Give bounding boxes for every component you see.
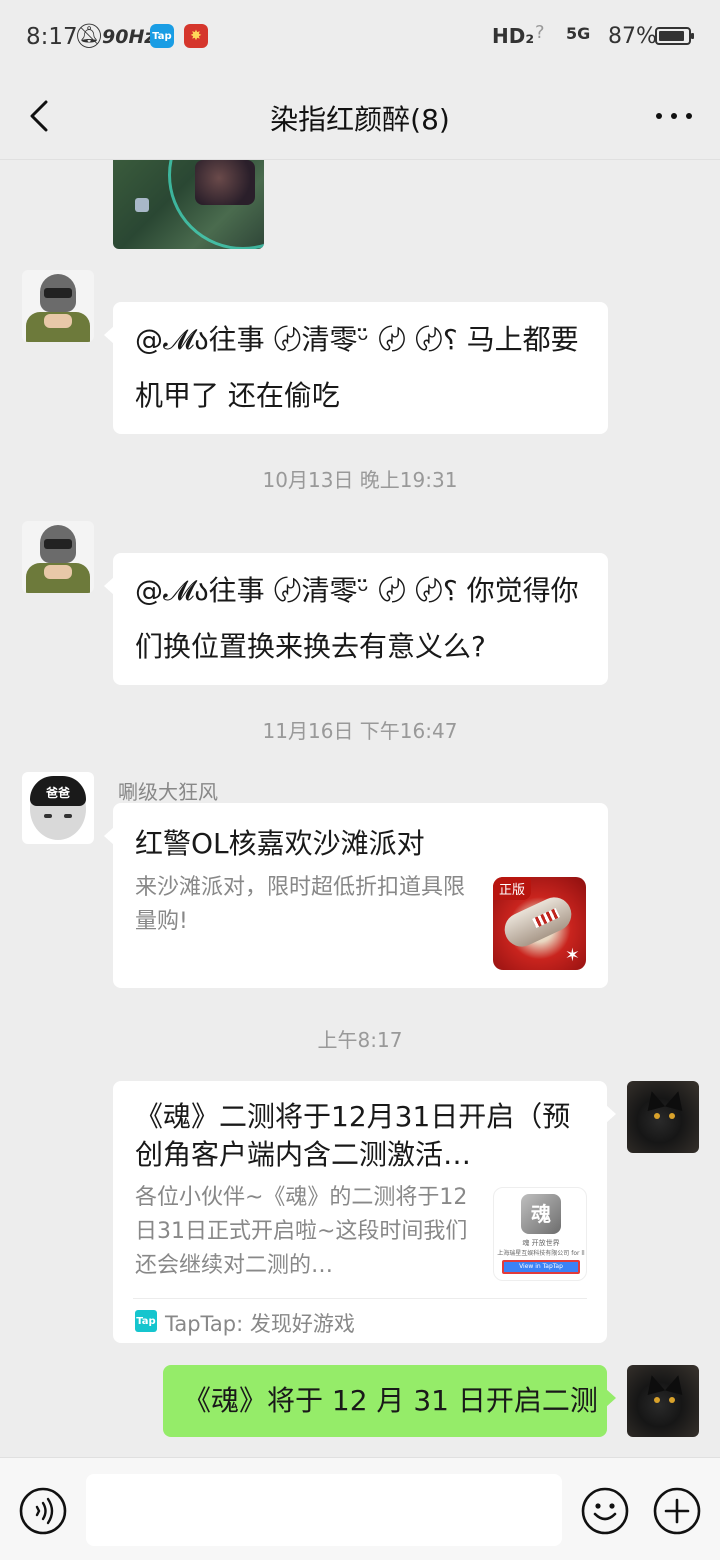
battery-percent: 87% — [608, 24, 657, 49]
card-title: 红警OL核嘉欢沙滩派对 — [135, 827, 425, 860]
avatar[interactable] — [22, 521, 94, 593]
link-card[interactable]: 《魂》二测将于12月31日开启（预创角客户端内含二测激活… 各位小伙伴~《魂》的… — [113, 1081, 616, 1343]
card-thumbnail: 魂 魂 开放世界 上海瑞星互娱科技有限公司 for ll View in Tap… — [493, 1187, 587, 1281]
thumbnail-tag: 正版 — [493, 877, 532, 900]
game-logo: 魂 — [521, 1194, 561, 1234]
card-source: TapTap: 发现好游戏 — [165, 1312, 355, 1336]
mute-icon: 🔕︎ — [74, 22, 105, 50]
voice-input-icon[interactable] — [18, 1486, 68, 1536]
link-card[interactable]: 红警OL核嘉欢沙滩派对 来沙滩派对，限时超低折扣道具限量购! 正版 ✶ — [104, 803, 608, 988]
sender-name: 唰级大狂风 — [118, 780, 218, 804]
emoji-icon[interactable] — [580, 1486, 630, 1536]
card-description: 各位小伙伴~《魂》的二测将于12日31日正式开启啦~这段时间我们还会继续对二测的… — [135, 1185, 468, 1278]
avatar[interactable] — [22, 270, 94, 342]
game-screenshot-image[interactable] — [113, 160, 264, 249]
nav-bar: 染指红颜醉(8) — [0, 76, 720, 160]
signal-icon: 5G — [566, 24, 591, 43]
avatar[interactable] — [627, 1081, 699, 1153]
card-divider — [133, 1298, 587, 1299]
message-input[interactable] — [86, 1474, 562, 1546]
add-more-icon[interactable] — [652, 1486, 702, 1536]
card-description: 来沙滩派对，限时超低折扣道具限量购! — [135, 875, 466, 934]
status-bar: 8:17 🔕︎ 90Hz Tap ✸ HD₂ ? 5G 87% — [0, 0, 720, 76]
game-app-icon: ✸ — [184, 24, 208, 48]
hd-indicator: HD₂ — [492, 24, 535, 48]
star-icon: ✶ — [564, 945, 580, 966]
card-title: 《魂》二测将于12月31日开启（预创角客户端内含二测激活… — [135, 1100, 571, 1171]
chat-title: 染指红颜醉(8) — [270, 103, 450, 136]
input-bar — [0, 1457, 720, 1560]
timestamp: 10月13日 晚上19:31 — [262, 468, 458, 492]
timestamp: 上午8:17 — [317, 1028, 403, 1052]
status-time: 8:17 — [26, 24, 78, 50]
message-bubble[interactable]: @𝓜ა往事 〄清零ᵕ̈ 〄 〄⸮ 马上都要机甲了 还在偷吃 — [104, 302, 608, 434]
timestamp: 11月16日 下午16:47 — [262, 719, 458, 743]
message-bubble[interactable]: @𝓜ა往事 〄清零ᵕ̈ 〄 〄⸮ 你觉得你们换位置换来换去有意义么? — [104, 553, 608, 685]
battery-icon — [655, 27, 694, 45]
message-bubble[interactable]: 《魂》将于 12 月 31 日开启二测 — [163, 1365, 616, 1437]
message-text: @𝓜ა往事 〄清零ᵕ̈ 〄 〄⸮ 你觉得你们换位置换来换去有意义么? — [135, 574, 579, 663]
thumbnail-caption: 魂 开放世界 — [522, 1239, 560, 1247]
avatar[interactable] — [627, 1365, 699, 1437]
avatar[interactable]: 爸爸 — [22, 772, 94, 844]
avatar-text: 爸爸 — [30, 776, 86, 806]
refresh-rate: 90Hz — [102, 26, 156, 48]
taptap-icon: Tap — [135, 1310, 157, 1332]
more-options-icon[interactable] — [650, 96, 698, 136]
wifi-icon: ? — [535, 22, 545, 43]
thumbnail-publisher: 上海瑞星互娱科技有限公司 for ll — [497, 1250, 585, 1257]
thumbnail-button: View in TapTap — [502, 1260, 580, 1274]
card-thumbnail: 正版 ✶ — [493, 877, 586, 970]
taptap-app-icon: Tap — [150, 24, 174, 48]
message-text: @𝓜ა往事 〄清零ᵕ̈ 〄 〄⸮ 马上都要机甲了 还在偷吃 — [135, 323, 579, 412]
chat-area[interactable]: @𝓜ა往事 〄清零ᵕ̈ 〄 〄⸮ 马上都要机甲了 还在偷吃 10月13日 晚上1… — [0, 160, 720, 1457]
message-text: 《魂》将于 12 月 31 日开启二测 — [183, 1384, 598, 1417]
